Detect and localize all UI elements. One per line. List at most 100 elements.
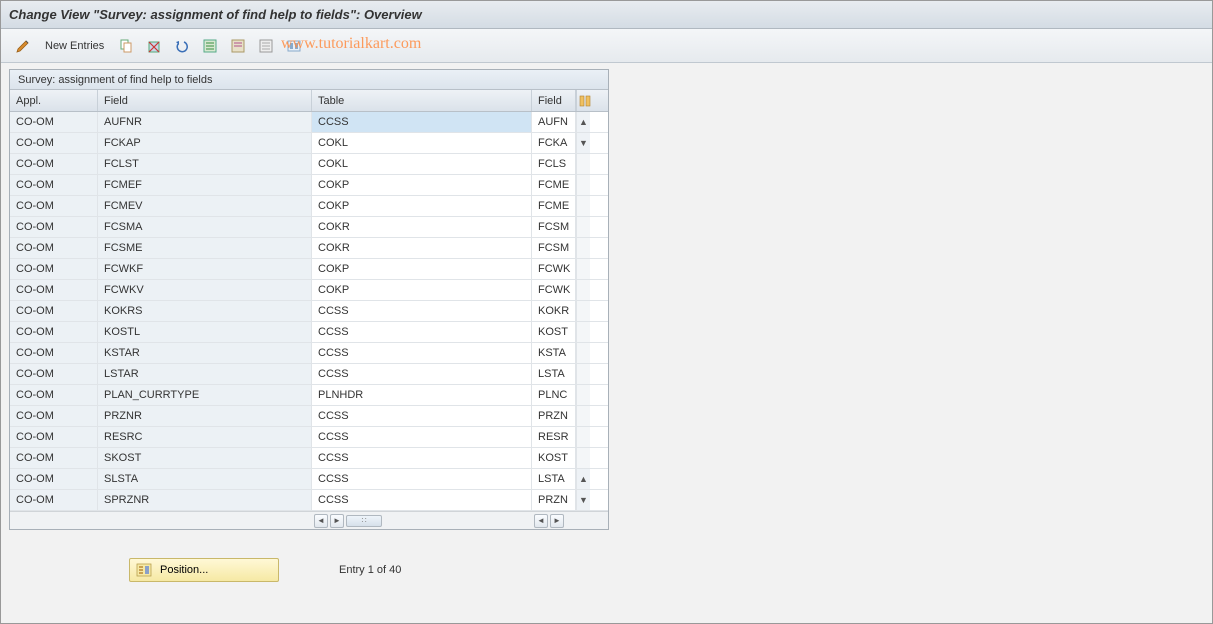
grid-header: Appl. Field Table Field [10,90,608,112]
cell-table[interactable]: CCSS [312,301,532,321]
table-row[interactable]: CO-OMFCLSTCOKLFCLS [10,154,608,175]
table-row[interactable]: CO-OMKOSTLCCSSKOST [10,322,608,343]
cell-table[interactable]: COKP [312,196,532,216]
scroll-right-icon[interactable]: ► [330,514,344,528]
table-row[interactable]: CO-OMSKOSTCCSSKOST [10,448,608,469]
cell-table[interactable]: CCSS [312,490,532,510]
cell-table[interactable]: COKR [312,238,532,258]
cell-appl: CO-OM [10,469,98,489]
table-row[interactable]: CO-OMFCWKVCOKPFCWK [10,280,608,301]
select-block-icon[interactable] [228,35,248,57]
scroll-left-icon[interactable]: ◄ [314,514,328,528]
table-row[interactable]: CO-OMSLSTACCSSLSTA▲ [10,469,608,490]
cell-field2[interactable]: FCWK [532,259,576,279]
toggle-edit-icon[interactable] [13,35,33,57]
cell-field2[interactable]: FCME [532,175,576,195]
position-button[interactable]: Position... [129,558,279,582]
undo-icon[interactable] [172,35,192,57]
horizontal-scroll: ◄ ► ∷ ◄ ► [10,511,608,529]
cell-table[interactable]: COKR [312,217,532,237]
table-row[interactable]: CO-OMAUFNRCCSSAUFN▲ [10,112,608,133]
table-row[interactable]: CO-OMRESRCCCSSRESR [10,427,608,448]
cell-field2[interactable]: FCME [532,196,576,216]
select-all-icon[interactable] [200,35,220,57]
cell-field: RESRC [98,427,312,447]
cell-table[interactable]: COKP [312,175,532,195]
cell-field2[interactable]: PRZN [532,490,576,510]
table-row[interactable]: CO-OMFCMEFCOKPFCME [10,175,608,196]
col-header-field2[interactable]: Field [532,90,576,111]
cell-field2[interactable]: LSTA [532,469,576,489]
col-header-appl[interactable]: Appl. [10,90,98,111]
table-row[interactable]: CO-OMSPRZNRCCSSPRZN▼ [10,490,608,511]
cell-field2[interactable]: RESR [532,427,576,447]
configure-icon[interactable] [284,35,304,57]
cell-appl: CO-OM [10,154,98,174]
table-settings-icon[interactable] [576,90,592,111]
scroll-track [576,364,590,384]
col-header-table[interactable]: Table [312,90,532,111]
cell-table[interactable]: COKL [312,154,532,174]
cell-table[interactable]: PLNHDR [312,385,532,405]
cell-field2[interactable]: FCSM [532,238,576,258]
cell-field2[interactable]: AUFN [532,112,576,132]
cell-field2[interactable]: PRZN [532,406,576,426]
new-entries-button[interactable]: New Entries [41,40,108,52]
table-row[interactable]: CO-OMPLAN_CURRTYPEPLNHDRPLNC [10,385,608,406]
table-row[interactable]: CO-OMFCMEVCOKPFCME [10,196,608,217]
scroll-up-icon[interactable]: ▲ [576,112,590,132]
cell-appl: CO-OM [10,448,98,468]
cell-table[interactable]: COKP [312,280,532,300]
cell-field2[interactable]: PLNC [532,385,576,405]
table-row[interactable]: CO-OMPRZNRCCSSPRZN [10,406,608,427]
scroll-down-icon[interactable]: ▼ [576,490,590,510]
position-icon [136,562,152,578]
cell-field: SPRZNR [98,490,312,510]
scroll-left-icon-2[interactable]: ◄ [534,514,548,528]
cell-appl: CO-OM [10,385,98,405]
scroll-track [576,448,590,468]
copy-icon[interactable] [116,35,136,57]
cell-field: KSTAR [98,343,312,363]
cell-table[interactable]: CCSS [312,364,532,384]
table-row[interactable]: CO-OMFCSMACOKRFCSM [10,217,608,238]
scroll-thumb[interactable]: ∷ [346,515,382,527]
cell-table[interactable]: CCSS [312,112,532,132]
cell-table[interactable]: CCSS [312,427,532,447]
cell-field2[interactable]: LSTA [532,364,576,384]
table-row[interactable]: CO-OMFCWKFCOKPFCWK [10,259,608,280]
delete-icon[interactable] [144,35,164,57]
cell-table[interactable]: COKL [312,133,532,153]
cell-table[interactable]: CCSS [312,448,532,468]
cell-field2[interactable]: KOKR [532,301,576,321]
cell-field: KOKRS [98,301,312,321]
data-grid: Appl. Field Table Field CO-OMAUFNRCCSSAU… [10,90,608,529]
table-row[interactable]: CO-OMLSTARCCSSLSTA [10,364,608,385]
col-header-field[interactable]: Field [98,90,312,111]
scroll-track [576,175,590,195]
cell-field2[interactable]: KOST [532,322,576,342]
cell-field2[interactable]: FCKA [532,133,576,153]
cell-field2[interactable]: FCLS [532,154,576,174]
deselect-all-icon[interactable] [256,35,276,57]
cell-field2[interactable]: FCSM [532,217,576,237]
cell-table[interactable]: CCSS [312,406,532,426]
cell-field2[interactable]: FCWK [532,280,576,300]
table-row[interactable]: CO-OMKOKRSCCSSKOKR [10,301,608,322]
cell-appl: CO-OM [10,133,98,153]
cell-field2[interactable]: KSTA [532,343,576,363]
table-row[interactable]: CO-OMFCSMECOKRFCSM [10,238,608,259]
scroll-right-icon-2[interactable]: ► [550,514,564,528]
scroll-down-step-icon[interactable]: ▼ [576,133,590,153]
table-row[interactable]: CO-OMKSTARCCSSKSTA [10,343,608,364]
scroll-up-step-icon[interactable]: ▲ [576,469,590,489]
cell-table[interactable]: COKP [312,259,532,279]
cell-table[interactable]: CCSS [312,343,532,363]
scroll-track [576,301,590,321]
table-row[interactable]: CO-OMFCKAPCOKLFCKA▼ [10,133,608,154]
cell-table[interactable]: CCSS [312,469,532,489]
cell-table[interactable]: CCSS [312,322,532,342]
cell-field: PRZNR [98,406,312,426]
cell-field2[interactable]: KOST [532,448,576,468]
cell-appl: CO-OM [10,427,98,447]
